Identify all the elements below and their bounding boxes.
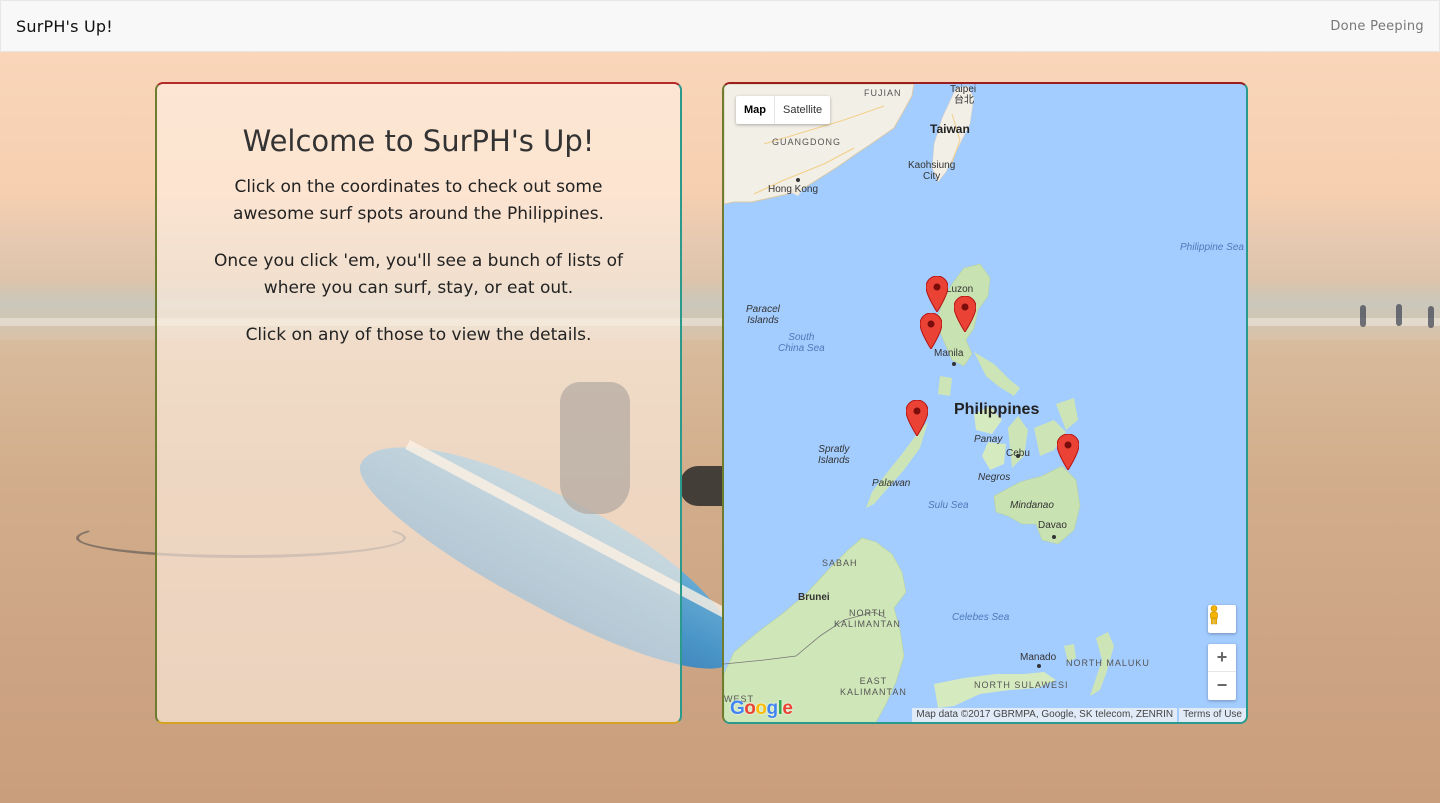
welcome-panel: Welcome to SurPH's Up! Click on the coor… bbox=[155, 82, 682, 724]
terms-of-use-link[interactable]: Terms of Use bbox=[1179, 708, 1246, 722]
beach-person bbox=[1428, 306, 1434, 328]
map-label-philippine-sea: Philippine Sea bbox=[1180, 242, 1244, 253]
surf-spot-marker[interactable] bbox=[926, 276, 948, 312]
map-label-davao: Davao bbox=[1038, 520, 1067, 531]
zoom-out-button[interactable]: − bbox=[1208, 672, 1236, 700]
welcome-paragraph-3: Click on any of those to view the detail… bbox=[245, 325, 592, 345]
map-label-sabah: SABAH bbox=[822, 558, 858, 568]
map-type-control: Map Satellite bbox=[736, 96, 831, 124]
navbar: SurPH's Up! Done Peeping bbox=[0, 0, 1440, 52]
map-label-fujian: FUJIAN bbox=[864, 88, 902, 98]
map-label-manila: Manila bbox=[934, 348, 964, 359]
pegman-icon bbox=[1210, 605, 1218, 625]
map-label-north-sulawesi: NORTH SULAWESI bbox=[974, 680, 1069, 690]
zoom-in-button[interactable]: + bbox=[1208, 644, 1236, 672]
map-label-guangdong: GUANGDONG bbox=[772, 137, 842, 147]
map-label-kaohsiung: Kaohsiung City bbox=[908, 160, 956, 182]
surf-spot-marker[interactable] bbox=[906, 400, 928, 436]
map-label-sulu-sea: Sulu Sea bbox=[928, 500, 969, 511]
map-label-mindanao: Mindanao bbox=[1010, 500, 1054, 511]
map-label-taipei: Taipei bbox=[950, 84, 977, 95]
beach-person bbox=[1396, 304, 1402, 326]
welcome-paragraph-2: Once you click 'em, you'll see a bunch o… bbox=[214, 251, 623, 298]
brand-link[interactable]: SurPH's Up! bbox=[16, 17, 113, 36]
map-attribution: Map data ©2017 GBRMPA, Google, SK teleco… bbox=[912, 708, 1246, 722]
map-label-negros: Negros bbox=[978, 472, 1011, 483]
map-data-credit: Map data ©2017 GBRMPA, Google, SK teleco… bbox=[912, 708, 1178, 722]
map-label-manado: Manado bbox=[1020, 652, 1057, 663]
map-type-map-button[interactable]: Map bbox=[736, 96, 775, 124]
map-label-brunei: Brunei bbox=[798, 592, 830, 603]
surf-spot-marker[interactable] bbox=[1057, 434, 1079, 470]
map-label-hong-kong: Hong Kong bbox=[768, 184, 819, 195]
map-label-paracel: Paracel Islands bbox=[746, 304, 780, 326]
street-view-pegman[interactable] bbox=[1208, 605, 1236, 633]
welcome-title: Welcome to SurPH's Up! bbox=[242, 124, 595, 158]
map-label-palawan: Palawan bbox=[872, 478, 911, 489]
map-label-north-maluku: NORTH MALUKU bbox=[1066, 658, 1150, 668]
welcome-paragraph-1: Click on the coordinates to check out so… bbox=[233, 177, 604, 224]
map-label-cebu: Cebu bbox=[1006, 448, 1030, 459]
surf-spot-marker[interactable] bbox=[954, 296, 976, 332]
map-type-satellite-button[interactable]: Satellite bbox=[775, 96, 830, 124]
map-label-philippines: Philippines bbox=[954, 401, 1040, 418]
map-label-north-kalimantan: NORTH KALIMANTAN bbox=[834, 608, 901, 629]
google-logo: Google bbox=[730, 698, 793, 719]
surf-spot-marker[interactable] bbox=[920, 313, 942, 349]
map-label-south-china-sea: South China Sea bbox=[778, 332, 825, 354]
beach-person bbox=[1360, 305, 1366, 327]
map-view[interactable]: FUJIAN Taipei 台北 Taiwan GUANGDONG Kaohsi… bbox=[722, 82, 1248, 724]
zoom-control: + − bbox=[1208, 644, 1236, 700]
map-label-spratly: Spratly Islands bbox=[818, 444, 850, 466]
map-label-luzon: Luzon bbox=[946, 284, 974, 295]
map-label-celebes-sea: Celebes Sea bbox=[952, 612, 1010, 623]
done-peeping-link[interactable]: Done Peeping bbox=[1330, 19, 1424, 34]
map-label-panay: Panay bbox=[974, 434, 1003, 445]
map-label-taipei-cn: 台北 bbox=[954, 95, 974, 106]
map-label-taiwan: Taiwan bbox=[930, 122, 970, 136]
surfboard-fin bbox=[680, 466, 724, 506]
map-label-east-kalimantan: EAST KALIMANTAN bbox=[840, 676, 907, 697]
